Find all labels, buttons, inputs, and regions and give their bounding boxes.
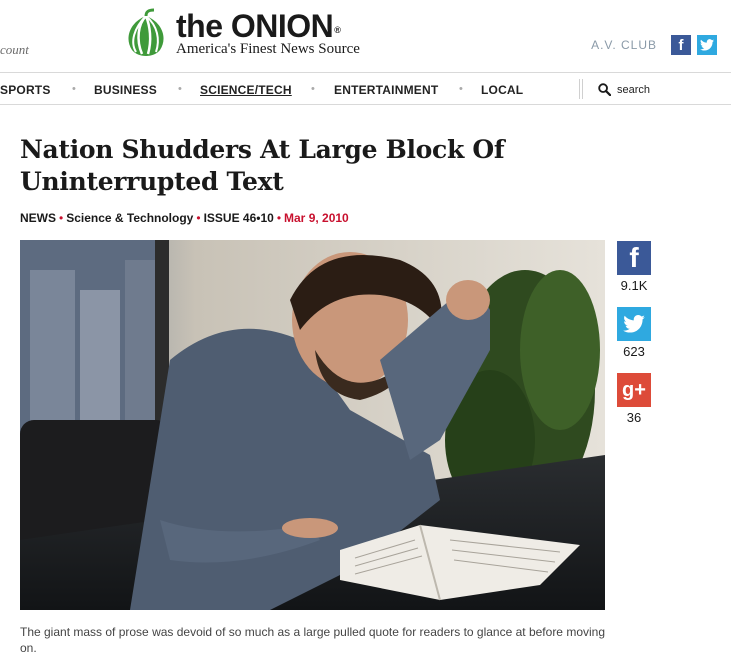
twitter-icon[interactable] (617, 307, 651, 341)
nav-item-science-tech[interactable]: SCIENCE/TECH (200, 83, 292, 97)
share-twitter[interactable]: 623 (617, 307, 651, 359)
article-photo (20, 240, 605, 610)
nav-dot: • (178, 83, 182, 95)
nav-dot: • (72, 83, 76, 95)
logo-wordmark: the ONION® (176, 8, 341, 44)
onion-logo-icon (128, 8, 164, 56)
twitter-share-count: 623 (623, 344, 645, 359)
av-club-link[interactable]: A.V. CLUB (591, 38, 657, 52)
meta-separator: • (59, 211, 64, 225)
meta-section-link[interactable]: NEWS (20, 211, 56, 225)
facebook-share-count: 9.1K (620, 278, 648, 293)
article-meta: NEWS • Science & Technology • ISSUE 46•10 • Ma… (20, 211, 349, 225)
nav-item-sports[interactable]: SPORTS (0, 83, 51, 97)
account-link[interactable]: count (0, 42, 29, 58)
googleplus-share-count: 36 (626, 410, 642, 425)
logo-tagline: America's Finest News Source (176, 41, 360, 57)
twitter-icon[interactable] (697, 35, 717, 55)
search-button[interactable]: search (598, 83, 650, 96)
nav-divider-bottom (0, 104, 731, 105)
nav-item-entertainment[interactable]: ENTERTAINMENT (334, 83, 438, 97)
meta-separator: • (196, 211, 201, 225)
nav-separator (579, 79, 583, 99)
meta-date: Mar 9, 2010 (284, 211, 349, 225)
search-label: search (617, 83, 651, 96)
photo-caption: The giant mass of prose was devoid of so… (20, 625, 605, 655)
nav-dot: • (311, 83, 315, 95)
search-icon (598, 83, 611, 96)
meta-issue-link[interactable]: ISSUE 46•10 (204, 211, 274, 225)
google-plus-icon[interactable]: g+ (617, 373, 651, 407)
facebook-icon[interactable]: f (671, 35, 691, 55)
share-googleplus[interactable]: g+ 36 (617, 373, 651, 425)
header-links: A.V. CLUB f (591, 35, 717, 55)
section-nav: SPORTS • BUSINESS • SCIENCE/TECH • ENTER… (0, 73, 731, 104)
nav-dot: • (459, 83, 463, 95)
nav-item-local[interactable]: LOCAL (481, 83, 523, 97)
nav-item-business[interactable]: BUSINESS (94, 83, 157, 97)
article-headline: Nation Shudders At Large Block Of Uninte… (20, 135, 505, 196)
meta-category-link[interactable]: Science & Technology (66, 211, 193, 225)
meta-separator: • (276, 211, 282, 225)
share-facebook[interactable]: f 9.1K (617, 241, 651, 293)
facebook-icon[interactable]: f (617, 241, 651, 275)
onion-logo[interactable]: the ONION® America's Finest News Source (120, 8, 380, 60)
